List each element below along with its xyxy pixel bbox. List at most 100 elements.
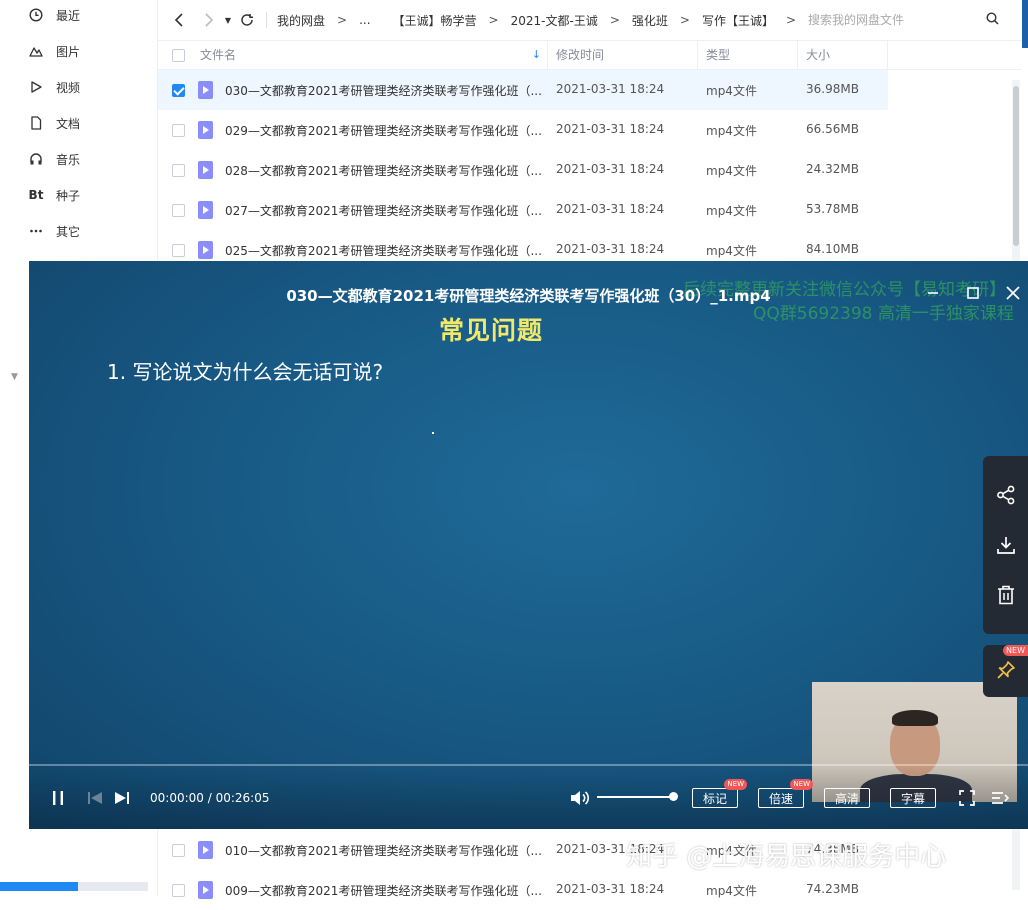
- search-input[interactable]: [808, 13, 978, 27]
- refresh-button[interactable]: [236, 9, 258, 31]
- file-name[interactable]: 030—文都教育2021考研管理类经济类联考写作强化班（...: [225, 82, 541, 99]
- column-header-label: 大小: [806, 48, 831, 62]
- quality-label: 高清: [834, 791, 859, 806]
- cursor-dot: [432, 432, 434, 434]
- sidebar-item-images[interactable]: 图片: [28, 41, 80, 61]
- table-row[interactable]: 028—文都教育2021考研管理类经济类联考写作强化班（... 2021-03-3…: [158, 150, 888, 190]
- sidebar-item-documents[interactable]: 文档: [28, 113, 80, 133]
- file-type: mp4文件: [706, 244, 757, 258]
- sort-arrow-icon[interactable]: ↓: [532, 41, 541, 69]
- sidebar-item-recent[interactable]: 最近: [28, 5, 80, 25]
- video-player[interactable]: 后续完整更新关注微信公众号【易知考研】 QQ群5692398 高清一手独家课程 …: [29, 261, 1028, 829]
- forward-button[interactable]: [198, 9, 220, 31]
- breadcrumb-separator: >: [337, 13, 348, 27]
- file-size: 36.98MB: [806, 82, 859, 96]
- image-icon: [28, 43, 44, 59]
- volume-slider[interactable]: [597, 796, 673, 798]
- file-size: 53.78MB: [806, 202, 859, 216]
- collapse-arrow-icon[interactable]: ▼: [11, 372, 18, 382]
- maximize-icon[interactable]: [963, 283, 983, 303]
- row-checkbox[interactable]: [172, 204, 185, 217]
- file-type: mp4文件: [706, 204, 757, 218]
- previous-icon[interactable]: [86, 788, 104, 808]
- sidebar-item-label: 图片: [56, 44, 81, 59]
- speed-button[interactable]: 倍速 NEW: [758, 779, 813, 808]
- back-button[interactable]: [168, 9, 190, 31]
- column-header-size[interactable]: 大小: [798, 41, 888, 69]
- table-row[interactable]: 030—文都教育2021考研管理类经济类联考写作强化班（... 2021-03-3…: [158, 70, 888, 110]
- file-type: mp4文件: [706, 164, 757, 178]
- breadcrumb-ellipsis[interactable]: ...: [359, 13, 370, 27]
- video-file-icon: [198, 881, 213, 899]
- share-icon[interactable]: [983, 470, 1028, 520]
- close-icon[interactable]: [1003, 283, 1023, 303]
- table-header: 文件名 ↓ 修改时间 类型 大小: [158, 40, 1022, 70]
- sidebar-item-music[interactable]: 音乐: [28, 149, 80, 169]
- table-row[interactable]: 029—文都教育2021考研管理类经济类联考写作强化班（... 2021-03-3…: [158, 110, 888, 150]
- column-header-name[interactable]: 文件名 ↓: [192, 41, 548, 69]
- delete-icon[interactable]: [983, 570, 1028, 620]
- breadcrumb-root[interactable]: 我的网盘: [277, 12, 325, 29]
- volume-knob[interactable]: [669, 792, 678, 801]
- file-modified-time: 2021-03-31 18:24: [556, 202, 665, 216]
- document-icon: [28, 115, 44, 131]
- row-checkbox[interactable]: [172, 844, 185, 857]
- row-checkbox[interactable]: [172, 244, 185, 257]
- select-all-checkbox[interactable]: [172, 49, 185, 62]
- breadcrumb-separator: >: [488, 13, 499, 27]
- file-name[interactable]: 028—文都教育2021考研管理类经济类联考写作强化班（...: [225, 162, 541, 179]
- more-icon: [28, 223, 44, 239]
- file-name[interactable]: 025—文都教育2021考研管理类经济类联考写作强化班（...: [225, 242, 541, 259]
- file-name[interactable]: 027—文都教育2021考研管理类经济类联考写作强化班（...: [225, 202, 541, 219]
- table-row[interactable]: 027—文都教育2021考研管理类经济类联考写作强化班（... 2021-03-3…: [158, 190, 888, 230]
- subtitle-button[interactable]: 字幕: [890, 788, 936, 808]
- breadcrumb-separator: >: [785, 13, 797, 27]
- sidebar-item-other[interactable]: 其它: [28, 221, 80, 241]
- scrollbar-thumb[interactable]: [1013, 86, 1019, 246]
- video-file-icon: [198, 161, 213, 179]
- minimize-icon[interactable]: [923, 283, 943, 303]
- time-separator: /: [203, 791, 216, 805]
- sidebar-item-label: 种子: [56, 188, 81, 203]
- breadcrumb-item[interactable]: 2021-文都-王诚: [511, 12, 598, 29]
- column-header-modified[interactable]: 修改时间: [548, 41, 698, 69]
- headphones-icon: [28, 151, 44, 167]
- mark-label: 标记: [702, 791, 727, 806]
- row-checkbox[interactable]: [172, 124, 185, 137]
- pause-icon[interactable]: [49, 788, 67, 808]
- breadcrumb-current[interactable]: 写作【王诚】: [702, 12, 774, 29]
- speed-label: 倍速: [768, 791, 793, 806]
- video-file-icon: [198, 841, 213, 859]
- duration: 00:26:05: [215, 791, 270, 805]
- row-checkbox[interactable]: [172, 164, 185, 177]
- file-modified-time: 2021-03-31 18:24: [556, 242, 665, 256]
- breadcrumb-item[interactable]: 强化班: [632, 12, 668, 29]
- row-checkbox[interactable]: [172, 884, 185, 897]
- file-name[interactable]: 010—文都教育2021考研管理类经济类联考写作强化班（...: [225, 842, 541, 859]
- volume-icon[interactable]: [569, 788, 591, 808]
- storage-progress-fill: [0, 882, 79, 891]
- file-modified-time: 2021-03-31 18:24: [556, 162, 665, 176]
- table-row[interactable]: 009—文都教育2021考研管理类经济类联考写作强化班（... 2021-03-3…: [158, 870, 888, 910]
- file-name[interactable]: 009—文都教育2021考研管理类经济类联考写作强化班（...: [225, 882, 541, 899]
- file-name[interactable]: 029—文都教育2021考研管理类经济类联考写作强化班（...: [225, 122, 541, 139]
- quality-button[interactable]: 高清: [824, 788, 870, 808]
- history-dropdown-icon[interactable]: ▼: [222, 9, 234, 31]
- file-modified-time: 2021-03-31 18:24: [556, 882, 665, 896]
- column-header-type[interactable]: 类型: [698, 41, 798, 69]
- playlist-icon[interactable]: [990, 788, 1010, 808]
- row-checkbox[interactable]: [172, 84, 185, 97]
- player-controls: 00:00:00 / 00:26:05 标记 NEW 倍速 NEW 高清 字幕: [29, 766, 1028, 829]
- video-file-icon: [198, 81, 213, 99]
- download-icon[interactable]: [983, 520, 1028, 570]
- breadcrumb-item[interactable]: 【王诚】畅学营: [393, 12, 477, 29]
- fullscreen-icon[interactable]: [957, 788, 977, 808]
- sidebar-item-torrents[interactable]: Bt 种子: [28, 185, 80, 205]
- pin-button[interactable]: NEW: [983, 645, 1028, 697]
- file-type: mp4文件: [706, 884, 757, 898]
- video-file-icon: [198, 201, 213, 219]
- search-icon[interactable]: [986, 12, 999, 28]
- sidebar-item-videos[interactable]: 视频: [28, 77, 80, 97]
- next-icon[interactable]: [113, 788, 131, 808]
- mark-button[interactable]: 标记 NEW: [692, 779, 747, 808]
